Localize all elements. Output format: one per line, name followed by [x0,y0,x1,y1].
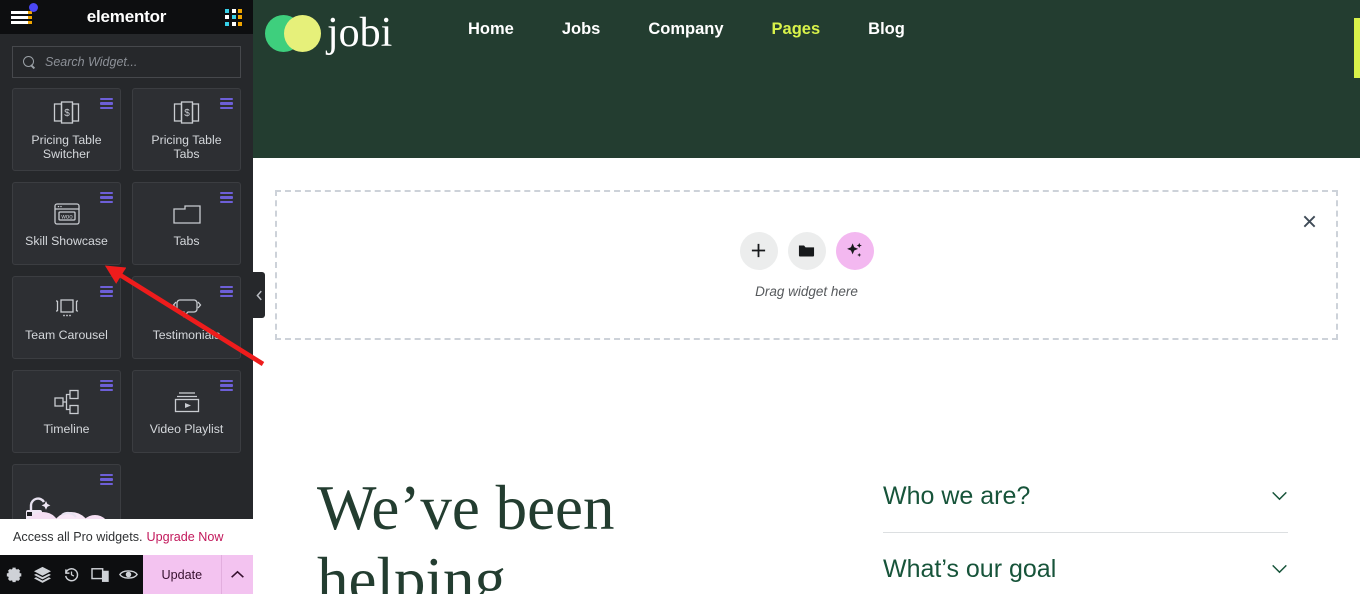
search-input[interactable] [45,55,230,69]
drag-handle-icon[interactable] [220,192,233,203]
logo-circles-icon [265,12,323,54]
pro-upgrade-text: Access all Pro widgets. [13,530,143,544]
tabs-folder-icon [172,200,202,228]
widget-video-playlist[interactable]: Video Playlist [132,370,241,453]
nav-item-company[interactable]: Company [624,20,747,39]
sparkle-icon[interactable] [835,231,874,270]
pricing-table-icon: $ [173,99,201,127]
widget-label: Tabs [173,233,200,248]
widget-timeline[interactable]: Timeline [12,370,121,453]
hamburger-icon[interactable] [11,3,38,26]
drag-handle-icon[interactable] [100,192,113,203]
responsive-device-icon[interactable] [86,555,115,594]
hero-heading: We’ve been helping [317,473,615,594]
faq-accordion: Who we are? What’s our goal [883,482,1288,594]
carousel-icon [52,294,82,322]
accordion-title: Who we are? [883,482,1031,510]
drag-handle-icon[interactable] [100,474,113,485]
widget-skill-showcase[interactable]: woo Skill Showcase [12,182,121,265]
drag-handle-icon[interactable] [220,286,233,297]
svg-text:woo: woo [60,213,73,220]
dropzone-buttons [739,231,874,270]
panel-title: elementor [86,7,167,26]
search-box[interactable] [12,46,241,78]
nav-item-blog[interactable]: Blog [844,20,929,39]
widget-label: Pricing Table Tabs [151,132,222,161]
widget-card-locked-teaser[interactable] [12,464,121,524]
widget-label: Testimonials [152,327,221,342]
accordion-title: What’s our goal [883,555,1057,583]
page-scrollbar[interactable] [1354,18,1360,78]
nav-item-jobs[interactable]: Jobs [538,20,625,39]
widget-team-carousel[interactable]: Team Carousel [12,276,121,359]
search-widget-area [0,34,253,88]
pricing-table-icon: $ [53,99,81,127]
dropzone-label: Drag widget here [755,283,858,299]
widget-label: Video Playlist [149,421,224,436]
widget-dropzone[interactable]: Drag widget here [275,190,1338,340]
apps-grid-icon[interactable] [225,8,242,26]
widget-label: Team Carousel [25,327,108,342]
drag-handle-icon[interactable] [220,380,233,391]
editor-canvas: jobi Home Jobs Company Pages Blog Drag w… [253,0,1360,594]
widget-list-scroll[interactable]: $ Pricing Table Switcher $ Pricing Table… [0,88,253,555]
accordion-item-whats-our-goal[interactable]: What’s our goal [883,555,1288,594]
nav-item-pages[interactable]: Pages [748,20,845,39]
drag-handle-icon[interactable] [100,286,113,297]
svg-text:$: $ [184,108,190,119]
timeline-nodes-icon [53,388,81,416]
svg-text:$: $ [64,108,70,119]
drag-handle-icon[interactable] [100,98,113,109]
site-header: jobi Home Jobs Company Pages Blog [253,0,1360,158]
accordion-spacer [883,533,1288,555]
widget-label: Pricing Table Switcher [31,132,102,161]
elementor-widgets-panel: elementor $ Pric [0,0,253,594]
woo-browser-icon: woo [53,200,81,228]
notification-dot [29,3,38,12]
brand-name: jobi [327,10,393,56]
quote-bubble-icon [172,294,202,322]
upgrade-now-link[interactable]: Upgrade Now [147,530,224,544]
layers-icon[interactable] [29,555,58,594]
eye-icon[interactable] [114,555,143,594]
history-clock-icon[interactable] [57,555,86,594]
site-navigation: Home Jobs Company Pages Blog [444,20,929,39]
widget-pricing-table-tabs[interactable]: $ Pricing Table Tabs [132,88,241,171]
widget-testimonials[interactable]: Testimonials [132,276,241,359]
drag-handle-icon[interactable] [220,98,233,109]
chevron-left-icon[interactable] [253,272,265,318]
folder-icon[interactable] [787,231,826,270]
chevron-down-icon[interactable] [1271,559,1288,579]
accordion-item-who-we-are[interactable]: Who we are? [883,482,1288,532]
chevron-down-icon[interactable] [1271,486,1288,506]
video-playlist-icon [173,388,201,416]
close-icon[interactable] [1298,210,1320,232]
widget-pricing-table-switcher[interactable]: $ Pricing Table Switcher [12,88,121,171]
plus-icon[interactable] [739,231,778,270]
editor-bottom-bar: Update [0,555,253,594]
drag-handle-icon[interactable] [100,380,113,391]
pro-upgrade-bar: Access all Pro widgets. Upgrade Now [0,519,253,555]
site-logo[interactable]: jobi [265,12,392,54]
gear-icon[interactable] [0,555,29,594]
update-button[interactable]: Update [142,555,221,594]
widget-tabs[interactable]: Tabs [132,182,241,265]
chevron-up-icon[interactable] [220,555,253,594]
nav-item-home[interactable]: Home [444,20,538,39]
widget-grid: $ Pricing Table Switcher $ Pricing Table… [12,88,241,453]
widget-label: Timeline [43,421,90,436]
widget-label: Skill Showcase [25,233,108,248]
panel-header: elementor [0,0,253,34]
search-icon [23,55,36,69]
